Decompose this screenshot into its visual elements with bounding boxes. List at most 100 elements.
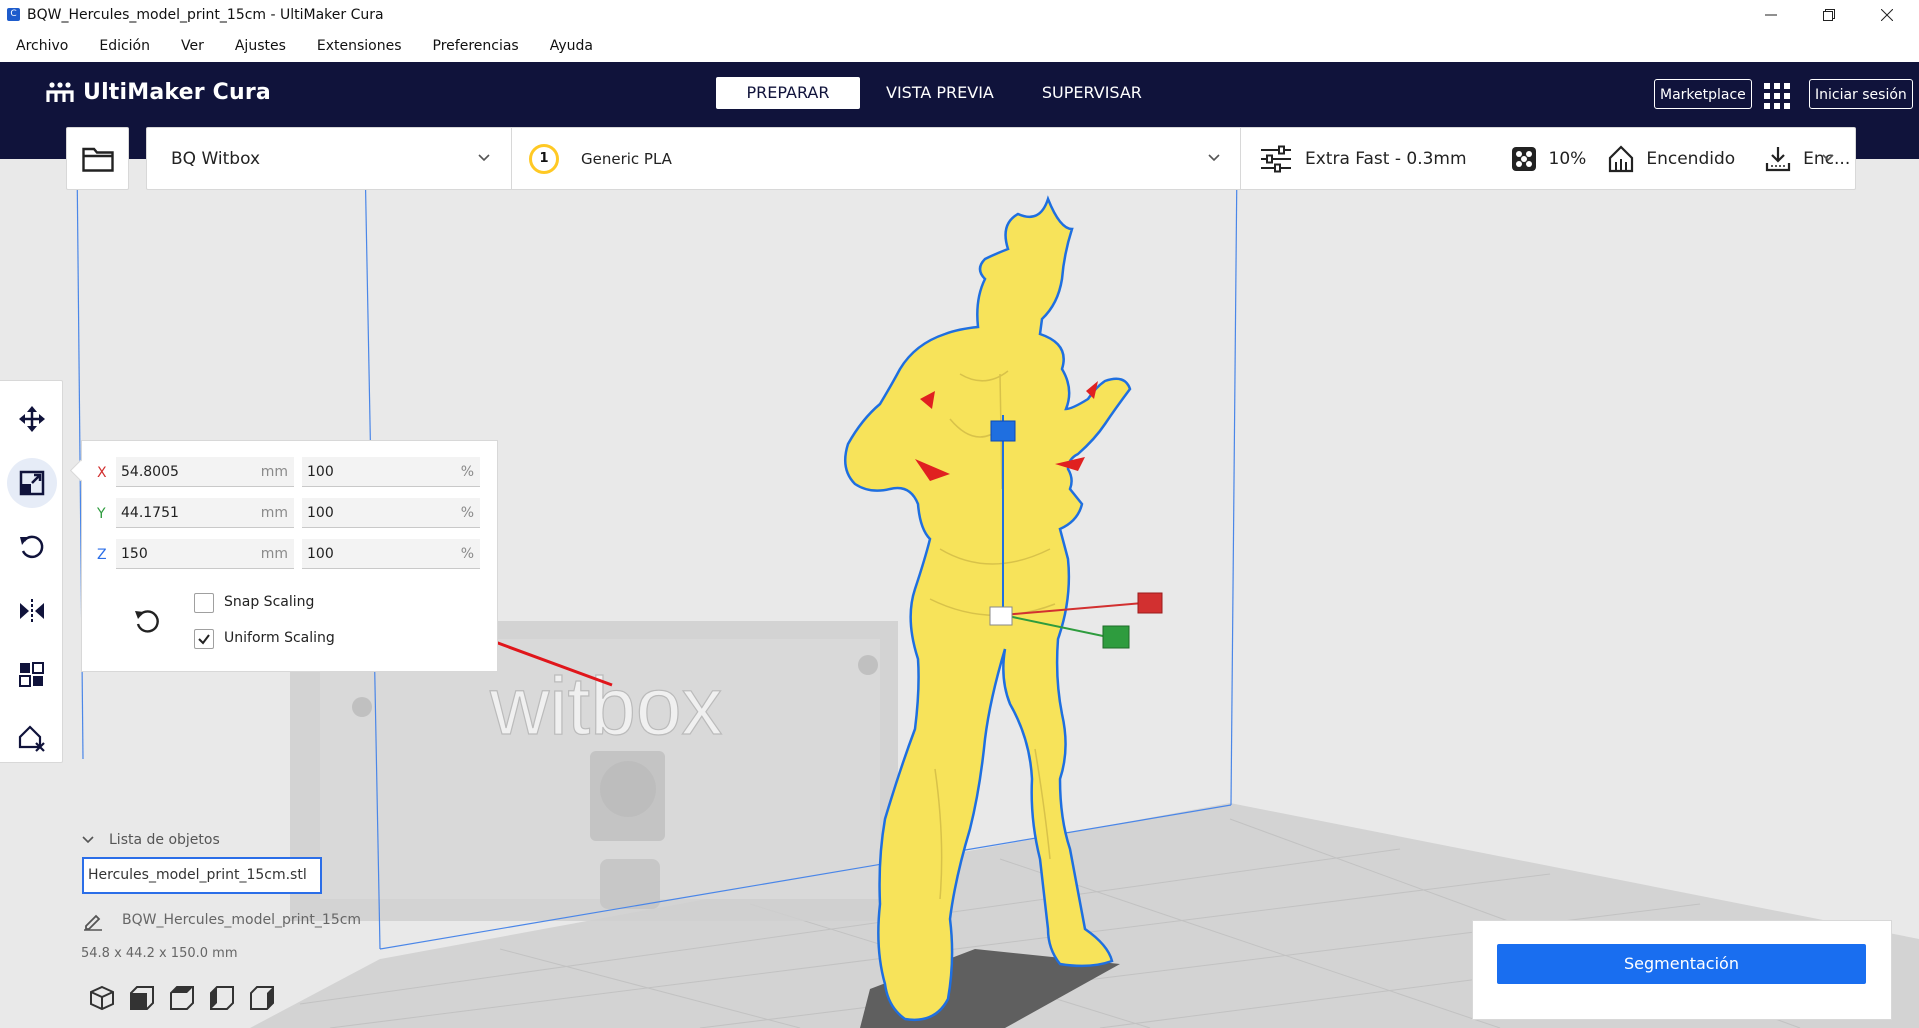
menu-ayuda[interactable]: Ayuda [540, 38, 603, 54]
scale-tool[interactable] [7, 458, 57, 508]
z-mm-value: 150 [121, 546, 148, 562]
view-right-button[interactable] [242, 980, 282, 1016]
marketplace-button[interactable]: Marketplace [1654, 79, 1752, 109]
cube-top-icon [170, 986, 194, 1010]
support-value: Encendido [1646, 148, 1736, 169]
chevron-down-icon [1822, 154, 1834, 162]
tool-panel [0, 380, 63, 763]
cura-app-icon: C [7, 8, 20, 21]
object-list-item[interactable]: Hercules_model_print_15cm.stl [82, 857, 322, 894]
move-icon [19, 406, 45, 432]
material-selector[interactable]: 1 Generic PLA [511, 128, 1241, 189]
percent-unit: % [460, 505, 474, 521]
ultimaker-logo-icon [46, 81, 74, 102]
snap-scaling-checkbox[interactable] [194, 593, 214, 613]
gizmo-x-handle [1137, 592, 1163, 614]
chevron-down-icon [82, 836, 94, 844]
per-model-settings-icon [19, 662, 44, 687]
profile-setting: Extra Fast - 0.3mm [1259, 145, 1467, 173]
y-mm-input[interactable]: 44.1751 mm [116, 498, 294, 528]
object-list-toggle[interactable]: Lista de objetos [81, 832, 220, 848]
y-percent-input[interactable]: 100 % [302, 498, 480, 528]
menu-edicion[interactable]: Edición [89, 38, 160, 54]
support-blocker-tool[interactable] [7, 714, 57, 764]
support-icon [1609, 144, 1634, 172]
chevron-down-icon [1208, 154, 1220, 162]
move-tool[interactable] [7, 394, 57, 444]
menu-ver[interactable]: Ver [171, 38, 214, 54]
model-dimensions: 54.8 x 44.2 x 150.0 mm [81, 946, 238, 961]
mirror-tool[interactable] [7, 586, 57, 636]
extruder-badge: 1 [529, 143, 559, 174]
view-top-button[interactable] [162, 980, 202, 1016]
open-file-button[interactable] [66, 127, 129, 190]
reset-scale-button[interactable] [132, 606, 162, 636]
gizmo-y-handle [1102, 625, 1130, 649]
menu-bar: Archivo Edición Ver Ajustes Extensiones … [0, 29, 1919, 62]
minimize-button[interactable] [1742, 0, 1800, 29]
scale-panel: X 54.8005 mm 100 % Y 44.1751 mm 100 % Z … [81, 440, 498, 672]
close-icon [1881, 8, 1893, 21]
mm-unit: mm [260, 505, 288, 521]
z-mm-input[interactable]: 150 mm [116, 539, 294, 569]
menu-archivo[interactable]: Archivo [6, 38, 78, 54]
restore-button[interactable] [1800, 0, 1858, 29]
machine-selector[interactable]: BQ Witbox [147, 128, 512, 189]
menu-ajustes[interactable]: Ajustes [225, 38, 296, 54]
x-mm-input[interactable]: 54.8005 mm [116, 457, 294, 487]
y-mm-value: 44.1751 [121, 505, 179, 521]
chevron-down-icon [478, 154, 490, 162]
tab-supervisar[interactable]: SUPERVISAR [1020, 77, 1164, 109]
app-name: UltiMaker Cura [83, 80, 271, 105]
rotate-icon [20, 535, 44, 559]
menu-preferencias[interactable]: Preferencias [423, 38, 529, 54]
view-left-button[interactable] [202, 980, 242, 1016]
reset-icon [135, 610, 159, 633]
rotate-tool[interactable] [7, 522, 57, 572]
menu-extensiones[interactable]: Extensiones [307, 38, 412, 54]
close-window-button[interactable] [1858, 0, 1916, 29]
tab-preparar[interactable]: PREPARAR [716, 77, 860, 109]
slice-button[interactable]: Segmentación [1497, 944, 1866, 984]
camera-view-buttons [82, 980, 282, 1016]
uniform-scaling-checkbox[interactable] [194, 629, 214, 649]
view-3d-button[interactable] [82, 980, 122, 1016]
witbox-logo: witbox [489, 661, 722, 752]
tab-vista-previa[interactable]: VISTA PREVIA [864, 77, 1016, 109]
machine-name: BQ Witbox [171, 148, 261, 169]
cube-3d-icon [90, 985, 114, 1011]
support-setting: Encendido [1608, 144, 1736, 173]
mm-unit: mm [260, 546, 288, 562]
view-front-button[interactable] [122, 980, 162, 1016]
snap-scaling-label: Snap Scaling [224, 594, 315, 610]
edit-pencil-icon[interactable] [83, 911, 103, 931]
job-name[interactable]: BQW_Hercules_model_print_15cm [122, 912, 361, 928]
cube-left-icon [210, 986, 234, 1010]
percent-unit: % [460, 546, 474, 562]
cube-right-icon [250, 986, 274, 1010]
object-list-header: Lista de objetos [109, 832, 220, 848]
mirror-icon [20, 599, 44, 623]
window-title: BQW_Hercules_model_print_15cm - UltiMake… [27, 6, 384, 23]
per-model-settings-tool[interactable] [7, 650, 57, 700]
support-blocker-icon [18, 725, 45, 752]
gizmo-z-handle [990, 420, 1016, 442]
uniform-scaling-label: Uniform Scaling [224, 630, 335, 646]
folder-icon [81, 147, 114, 172]
percent-unit: % [460, 464, 474, 480]
x-percent-value: 100 [307, 464, 334, 480]
infill-setting: 10% [1511, 146, 1586, 172]
x-percent-input[interactable]: 100 % [302, 457, 480, 487]
sign-in-button[interactable]: Iniciar sesión [1809, 79, 1913, 109]
ultimaker-logo: UltiMaker Cura [45, 80, 271, 105]
print-settings-selector[interactable]: Extra Fast - 0.3mm 10% Encendido Enc... [1241, 128, 1855, 189]
stage-tabs: PREPARAR VISTA PREVIA SUPERVISAR [716, 77, 1168, 109]
z-percent-input[interactable]: 100 % [302, 539, 480, 569]
x-mm-value: 54.8005 [121, 464, 179, 480]
profile-name: Extra Fast - 0.3mm [1305, 148, 1467, 169]
restore-icon [1823, 8, 1835, 21]
x-axis-label: X [97, 465, 107, 481]
apps-grid-icon[interactable] [1763, 82, 1791, 110]
scale-icon [19, 470, 45, 496]
z-percent-value: 100 [307, 546, 334, 562]
